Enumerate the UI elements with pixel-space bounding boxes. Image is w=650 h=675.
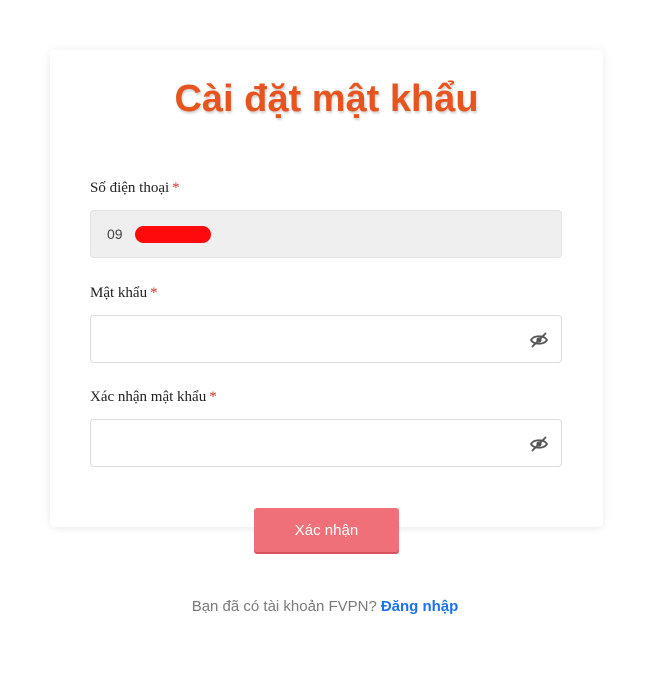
required-mark: *	[209, 389, 217, 405]
confirm-password-label: Xác nhận mật khẩu *	[90, 387, 217, 407]
required-mark: *	[172, 180, 180, 196]
required-mark: *	[150, 285, 158, 301]
submit-button[interactable]: Xác nhận	[254, 508, 399, 552]
phone-label: Số điện thoại *	[90, 178, 180, 198]
phone-field	[90, 210, 562, 258]
confirm-password-field	[90, 419, 562, 467]
password-setup-card: Cài đặt mật khẩu Số điện thoại* Mật khẩu…	[50, 50, 603, 527]
eye-off-icon[interactable]	[529, 434, 549, 454]
password-input[interactable]	[91, 316, 511, 362]
login-prompt-text: Bạn đã có tài khoản FVPN?	[191, 598, 377, 615]
password-label: Mật khẩu *	[90, 283, 158, 303]
login-prompt: Bạn đã có tài khoản FVPN? Đăng nhập	[0, 596, 650, 618]
login-link[interactable]: Đăng nhập	[381, 598, 459, 615]
password-field	[90, 315, 562, 363]
eye-off-icon[interactable]	[529, 330, 549, 350]
confirm-password-label-text: Xác nhận mật khẩu	[90, 389, 207, 405]
password-label-text: Mật khẩu	[90, 285, 148, 301]
page-title: Cài đặt mật khẩu	[174, 78, 479, 120]
confirm-password-input[interactable]	[91, 420, 511, 466]
redaction-mark	[135, 226, 211, 243]
phone-label-text: Số điện thoại	[90, 180, 170, 196]
